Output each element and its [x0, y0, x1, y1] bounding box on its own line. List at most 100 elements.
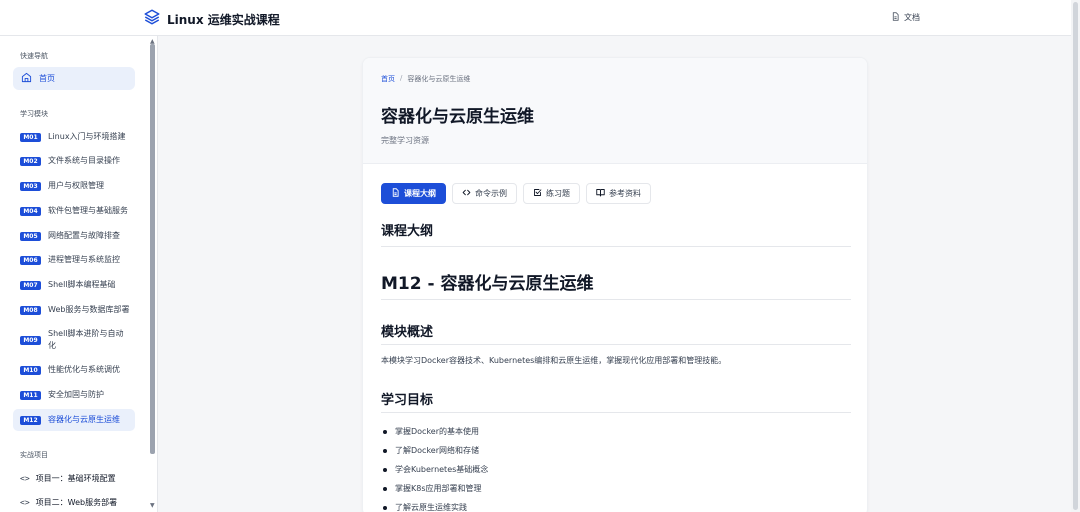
- tab-label: 命令示例: [475, 189, 507, 198]
- sidebar-item-project-1[interactable]: <> 项目一：基础环境配置: [20, 473, 116, 484]
- list-item-text: 了解云原生运维实践: [395, 503, 467, 512]
- home-icon: [21, 72, 32, 85]
- module-heading: M12 - 容器化与云原生运维: [381, 274, 594, 294]
- list-item-text: 掌握K8s应用部署和管理: [395, 484, 482, 493]
- sidebar-item-m08[interactable]: M08 Web服务与数据库部署: [13, 304, 135, 316]
- sidebar-item-m06[interactable]: M06 进程管理与系统监控: [13, 254, 135, 266]
- sidebar-item-label: 软件包管理与基础服务: [48, 206, 128, 215]
- module-badge: M01: [20, 132, 41, 142]
- tab-exercises[interactable]: 练习题: [523, 183, 580, 204]
- file-icon: [391, 188, 400, 199]
- sidebar-item-m02[interactable]: M02 文件系统与目录操作: [13, 155, 135, 167]
- sidebar-item-label: 用户与权限管理: [48, 181, 104, 190]
- sidebar-item-m03[interactable]: M03 用户与权限管理: [13, 180, 135, 192]
- bullet-icon: [383, 505, 387, 510]
- sidebar-item-m01[interactable]: M01 Linux入门与环境搭建: [13, 131, 135, 143]
- sidebar-item-label: 进程管理与系统监控: [48, 255, 120, 264]
- sidebar-item-label: 项目二：Web服务部署: [35, 498, 118, 507]
- tab-references[interactable]: 参考资料: [586, 183, 651, 204]
- docs-label: 文档: [904, 13, 920, 22]
- document-icon: [891, 12, 900, 23]
- overview-title: 模块概述: [381, 325, 434, 340]
- divider: [381, 412, 851, 413]
- breadcrumb-separator: /: [400, 74, 403, 82]
- sidebar-item-label: 项目一：基础环境配置: [35, 474, 116, 483]
- module-badge: M08: [20, 305, 41, 315]
- scrollbar-thumb[interactable]: [150, 44, 155, 454]
- sidebar-item-label: 性能优化与系统调优: [48, 365, 120, 374]
- tab-label: 参考资料: [609, 189, 641, 198]
- list-item: 了解云原生运维实践: [381, 498, 488, 512]
- module-badge: M10: [20, 365, 41, 375]
- top-header: Linux 运维实战课程 文档: [0, 0, 1080, 36]
- divider: [381, 344, 851, 345]
- bullet-icon: [383, 448, 387, 453]
- sidebar-item-m11[interactable]: M11 安全加固与防护: [13, 389, 135, 401]
- list-item-text: 掌握Docker的基本使用: [395, 427, 480, 436]
- content-card: 首页 / 容器化与云原生运维 容器化与云原生运维 完整学习资源 课程大纲 命令示…: [362, 57, 868, 512]
- docs-link[interactable]: 文档: [891, 12, 920, 23]
- sidebar-item-label: Shell脚本进阶与自动化: [48, 329, 124, 350]
- sidebar-item-project-2[interactable]: <> 项目二：Web服务部署: [20, 497, 117, 508]
- sidebar-item-label: 文件系统与目录操作: [48, 156, 120, 165]
- module-badge: M12: [20, 415, 41, 425]
- tab-label: 练习题: [546, 189, 570, 198]
- sidebar-item-m05[interactable]: M05 网络配置与故障排查: [13, 230, 135, 242]
- module-badge: M03: [20, 181, 41, 191]
- list-item: 了解Docker网络和存储: [381, 441, 488, 460]
- breadcrumb-home-link[interactable]: 首页: [381, 74, 395, 84]
- module-badge: M05: [20, 231, 41, 241]
- sidebar-item-label: 容器化与云原生运维: [48, 415, 120, 424]
- book-icon: [596, 188, 605, 199]
- layers-icon: [143, 8, 161, 30]
- page-scrollbar[interactable]: [1071, 0, 1080, 512]
- scroll-down-icon[interactable]: ▼: [150, 502, 155, 509]
- sidebar-item-label: Web服务与数据库部署: [48, 305, 130, 314]
- sidebar-item-m09[interactable]: M09 Shell脚本进阶与自动化: [13, 328, 135, 352]
- sidebar-item-m12[interactable]: M12 容器化与云原生运维: [13, 409, 135, 431]
- tab-commands[interactable]: 命令示例: [452, 183, 517, 204]
- tab-bar: 课程大纲 命令示例 练习题 参考资料: [381, 183, 651, 204]
- sidebar-item-label: Linux入门与环境搭建: [48, 132, 126, 141]
- module-badge: M09: [20, 335, 41, 345]
- module-badge: M02: [20, 156, 41, 166]
- module-badge: M11: [20, 390, 41, 400]
- list-item-text: 了解Docker网络和存储: [395, 446, 480, 455]
- sidebar-item-home[interactable]: 首页: [13, 67, 135, 90]
- list-item: 掌握K8s应用部署和管理: [381, 479, 488, 498]
- sidebar-item-m04[interactable]: M04 软件包管理与基础服务: [13, 205, 135, 217]
- list-item: 掌握Docker的基本使用: [381, 422, 488, 441]
- card-header: 首页 / 容器化与云原生运维 容器化与云原生运维 完整学习资源: [363, 58, 867, 164]
- sidebar: 快速导航 首页 学习模块 M01 Linux入门与环境搭建 M02 文件系统与目…: [0, 36, 158, 512]
- module-badge: M06: [20, 255, 41, 265]
- checkbox-icon: [533, 188, 542, 199]
- sidebar-item-label: 首页: [39, 74, 55, 83]
- bullet-icon: [383, 486, 387, 491]
- page-subtitle: 完整学习资源: [381, 136, 429, 145]
- sidebar-item-m07[interactable]: M07 Shell脚本编程基础: [13, 279, 135, 291]
- tab-outline[interactable]: 课程大纲: [381, 183, 446, 204]
- breadcrumb: 首页 / 容器化与云原生运维: [381, 74, 470, 84]
- tab-label: 课程大纲: [404, 189, 436, 198]
- app-title: Linux 运维实战课程: [167, 12, 280, 27]
- sidebar-scrollbar[interactable]: ▲ ▼: [149, 36, 157, 512]
- sidebar-item-label: Shell脚本编程基础: [48, 280, 116, 289]
- code-icon: <>: [20, 474, 30, 483]
- brand[interactable]: Linux 运维实战课程: [143, 8, 280, 30]
- bullet-icon: [383, 467, 387, 472]
- list-item-text: 学会Kubernetes基础概念: [395, 465, 489, 474]
- quick-nav-title: 快速导航: [20, 52, 48, 60]
- module-badge: M07: [20, 280, 41, 290]
- bullet-icon: [383, 429, 387, 434]
- sidebar-item-m10[interactable]: M10 性能优化与系统调优: [13, 364, 135, 376]
- module-badge: M04: [20, 206, 41, 216]
- goals-title: 学习目标: [381, 393, 434, 408]
- list-item: 学会Kubernetes基础概念: [381, 460, 488, 479]
- page-title: 容器化与云原生运维: [381, 107, 534, 127]
- divider: [381, 299, 851, 300]
- sidebar-item-label: 网络配置与故障排查: [48, 231, 120, 240]
- divider: [381, 246, 851, 247]
- breadcrumb-current: 容器化与云原生运维: [407, 75, 471, 83]
- goals-list: 掌握Docker的基本使用 了解Docker网络和存储 学会Kubernetes…: [381, 422, 488, 512]
- modules-title: 学习模块: [20, 110, 48, 118]
